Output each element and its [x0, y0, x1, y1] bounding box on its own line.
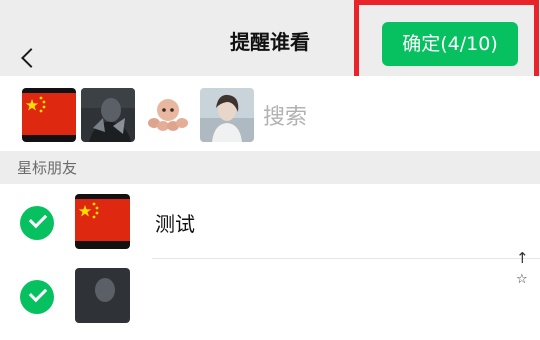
- confirm-button[interactable]: 确定(4/10): [382, 22, 518, 66]
- china-flag-icon: [75, 194, 130, 249]
- index-up-arrow[interactable]: ↑: [516, 250, 529, 266]
- contact-row[interactable]: 测试: [0, 184, 540, 262]
- selected-avatar[interactable]: [200, 88, 254, 142]
- china-flag-icon: [22, 88, 76, 142]
- avatar: [75, 268, 130, 323]
- checked-circle-icon[interactable]: [20, 280, 54, 314]
- search-input[interactable]: [263, 102, 523, 132]
- selected-bar: [0, 76, 540, 151]
- dark-portrait-icon: [81, 88, 135, 142]
- dark-portrait-icon: [75, 268, 130, 323]
- checked-circle-icon[interactable]: [20, 206, 54, 240]
- person-photo-icon: [200, 88, 254, 142]
- selected-avatar[interactable]: [141, 88, 195, 142]
- divider: [152, 258, 540, 259]
- selected-avatar[interactable]: [22, 88, 76, 142]
- section-header: 星标朋友: [0, 151, 540, 184]
- selected-avatar[interactable]: [81, 88, 135, 142]
- octopus-toy-icon: [141, 88, 195, 142]
- section-label: 星标朋友: [17, 159, 78, 177]
- contact-row[interactable]: [0, 262, 540, 340]
- avatar: [75, 194, 130, 249]
- contact-name: 测试: [155, 212, 195, 236]
